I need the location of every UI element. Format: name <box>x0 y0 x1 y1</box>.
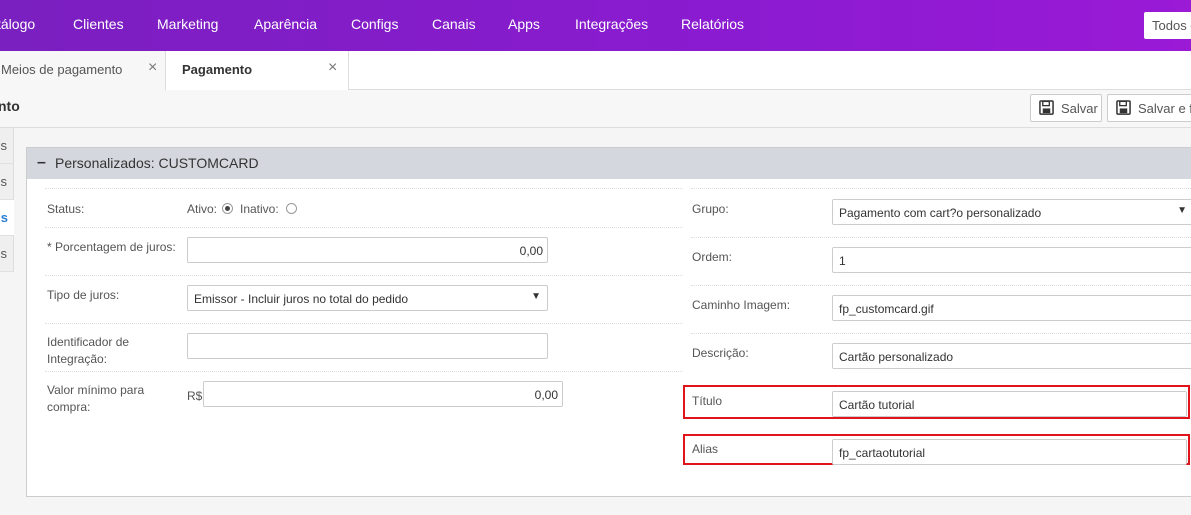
tab-label: Pagamento <box>182 62 253 77</box>
tab-label: Meios de pagamento <box>1 62 123 77</box>
group-select[interactable]: Pagamento com cart?o personalizado ▼ <box>832 199 1191 225</box>
nav-item-marketing[interactable]: Marketing <box>157 16 218 32</box>
image-path-label: Caminho Imagem: <box>692 298 791 312</box>
side-menu-item-active[interactable]: s <box>0 200 14 236</box>
interest-percentage-input[interactable]: 0,00 <box>187 237 548 263</box>
description-label: Descrição: <box>692 346 749 360</box>
title-label: Título <box>692 394 723 408</box>
status-inactive-radio[interactable] <box>286 203 297 214</box>
description-input[interactable]: Cartão personalizado <box>832 343 1191 369</box>
row-divider <box>691 333 1191 334</box>
nav-item-catalogo[interactable]: tálogo <box>0 16 35 32</box>
status-label: Status: <box>47 202 85 216</box>
tab-pagamento[interactable]: Pagamento × <box>166 51 349 90</box>
side-menu-item[interactable]: s <box>0 236 14 272</box>
integration-id-input[interactable] <box>187 333 548 359</box>
status-active-radio[interactable] <box>222 203 233 214</box>
save-and-close-label: Salvar e fe <box>1138 101 1191 116</box>
status-active-label: Ativo: <box>187 202 218 216</box>
chevron-down-icon: ▼ <box>1177 205 1187 216</box>
payment-settings-panel: – Personalizados: CUSTOMCARD Status: Ati… <box>26 147 1191 497</box>
save-button[interactable]: Salvar <box>1030 94 1102 122</box>
row-divider <box>45 323 683 324</box>
image-path-input[interactable]: fp_customcard.gif <box>832 295 1191 321</box>
search-scope-select[interactable]: Todos c <box>1144 12 1191 39</box>
status-inactive-label: Inativo: <box>240 202 279 216</box>
nav-item-aparencia[interactable]: Aparência <box>254 16 317 32</box>
order-input[interactable]: 1 <box>832 247 1191 273</box>
interest-percentage-label: * Porcentagem de juros: <box>47 240 176 254</box>
chevron-down-icon: ▼ <box>531 291 541 302</box>
alias-label: Alias <box>692 442 719 456</box>
top-navigation: tálogo Clientes Marketing Aparência Conf… <box>0 0 1191 51</box>
row-divider <box>45 227 683 228</box>
close-icon[interactable]: × <box>148 59 157 77</box>
tab-bar: Meios de pagamento × Pagamento × <box>0 51 1191 90</box>
nav-item-relatorios[interactable]: Relatórios <box>681 16 744 32</box>
nav-item-clientes[interactable]: Clientes <box>73 16 124 32</box>
panel-title: Personalizados: CUSTOMCARD <box>55 155 259 171</box>
floppy-disk-icon <box>1039 100 1054 115</box>
row-divider <box>691 188 1191 189</box>
alias-input[interactable]: fp_cartaotutorial <box>832 439 1187 465</box>
panel-header[interactable]: – Personalizados: CUSTOMCARD <box>27 148 1191 179</box>
side-menu-item[interactable]: s <box>0 128 14 164</box>
row-divider <box>691 237 1191 238</box>
row-divider <box>45 188 683 189</box>
nav-item-canais[interactable]: Canais <box>432 16 476 32</box>
nav-item-configs[interactable]: Configs <box>351 16 398 32</box>
page-title: nto <box>0 98 20 114</box>
side-menu: s s s s <box>0 128 14 272</box>
tab-meios-de-pagamento[interactable]: Meios de pagamento × <box>0 51 166 90</box>
integration-id-label: Identificador de <box>47 335 130 349</box>
side-menu-item[interactable]: s <box>0 164 14 200</box>
interest-type-label: Tipo de juros: <box>47 288 120 302</box>
interest-type-select[interactable]: Emissor - Incluir juros no total do pedi… <box>187 285 548 311</box>
group-label: Grupo: <box>692 202 729 216</box>
min-value-label: Valor mínimo para <box>47 383 145 397</box>
title-input[interactable]: Cartão tutorial <box>832 391 1187 417</box>
close-icon[interactable]: × <box>328 59 337 77</box>
row-divider <box>45 275 683 276</box>
nav-item-integracoes[interactable]: Integrações <box>575 16 648 32</box>
row-divider <box>45 371 683 372</box>
min-value-label-2: compra: <box>47 400 91 414</box>
nav-item-apps[interactable]: Apps <box>508 16 540 32</box>
collapse-icon[interactable]: – <box>37 154 46 172</box>
integration-id-label-2: Integração: <box>47 352 108 366</box>
min-value-input[interactable]: 0,00 <box>203 381 563 407</box>
save-label: Salvar <box>1061 101 1098 116</box>
floppy-disk-icon <box>1116 100 1131 115</box>
order-label: Ordem: <box>692 250 733 264</box>
page-toolbar: nto Salvar Salvar e fe <box>0 90 1191 128</box>
currency-label: R$ <box>187 389 203 403</box>
save-and-close-button[interactable]: Salvar e fe <box>1107 94 1191 122</box>
row-divider <box>691 285 1191 286</box>
interest-type-value: Emissor - Incluir juros no total do pedi… <box>194 292 409 306</box>
group-value: Pagamento com cart?o personalizado <box>839 206 1042 220</box>
